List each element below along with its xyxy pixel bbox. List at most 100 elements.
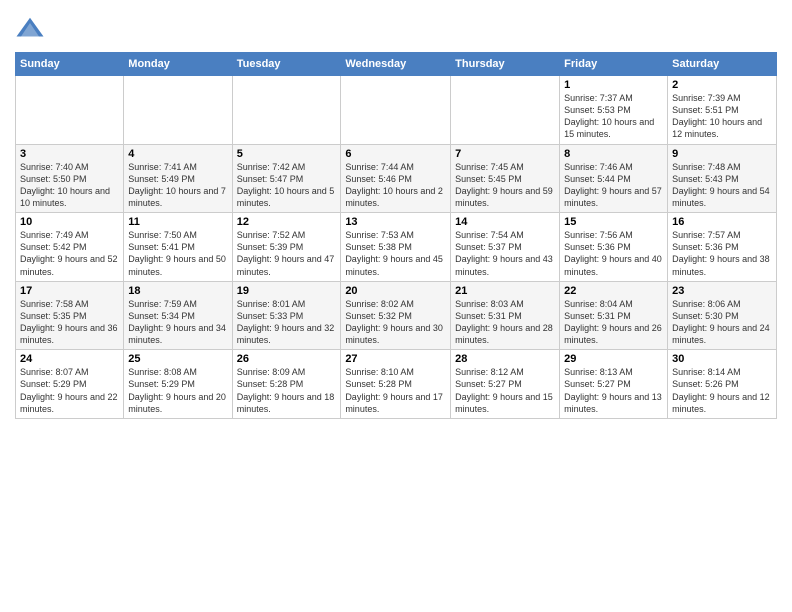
day-number: 12	[237, 216, 337, 228]
logo	[15, 14, 49, 44]
calendar-cell: 10Sunrise: 7:49 AM Sunset: 5:42 PM Dayli…	[16, 213, 124, 282]
weekday-header-sunday: Sunday	[16, 53, 124, 76]
calendar-week-row: 17Sunrise: 7:58 AM Sunset: 5:35 PM Dayli…	[16, 281, 777, 350]
calendar-cell: 18Sunrise: 7:59 AM Sunset: 5:34 PM Dayli…	[124, 281, 232, 350]
day-number: 9	[672, 148, 772, 160]
calendar-cell: 20Sunrise: 8:02 AM Sunset: 5:32 PM Dayli…	[341, 281, 451, 350]
day-info: Sunrise: 8:14 AM Sunset: 5:26 PM Dayligh…	[672, 366, 772, 415]
day-number: 20	[345, 285, 446, 297]
day-info: Sunrise: 7:44 AM Sunset: 5:46 PM Dayligh…	[345, 161, 446, 210]
calendar-cell: 11Sunrise: 7:50 AM Sunset: 5:41 PM Dayli…	[124, 213, 232, 282]
day-number: 10	[20, 216, 119, 228]
calendar-cell: 23Sunrise: 8:06 AM Sunset: 5:30 PM Dayli…	[668, 281, 777, 350]
calendar-cell: 27Sunrise: 8:10 AM Sunset: 5:28 PM Dayli…	[341, 350, 451, 419]
calendar-week-row: 3Sunrise: 7:40 AM Sunset: 5:50 PM Daylig…	[16, 144, 777, 213]
calendar-table: SundayMondayTuesdayWednesdayThursdayFrid…	[15, 52, 777, 419]
calendar-cell: 3Sunrise: 7:40 AM Sunset: 5:50 PM Daylig…	[16, 144, 124, 213]
calendar-cell: 30Sunrise: 8:14 AM Sunset: 5:26 PM Dayli…	[668, 350, 777, 419]
day-number: 15	[564, 216, 663, 228]
day-number: 17	[20, 285, 119, 297]
day-info: Sunrise: 8:12 AM Sunset: 5:27 PM Dayligh…	[455, 366, 555, 415]
calendar-cell: 24Sunrise: 8:07 AM Sunset: 5:29 PM Dayli…	[16, 350, 124, 419]
day-number: 7	[455, 148, 555, 160]
calendar-cell: 12Sunrise: 7:52 AM Sunset: 5:39 PM Dayli…	[232, 213, 341, 282]
day-info: Sunrise: 7:48 AM Sunset: 5:43 PM Dayligh…	[672, 161, 772, 210]
day-info: Sunrise: 8:10 AM Sunset: 5:28 PM Dayligh…	[345, 366, 446, 415]
day-number: 6	[345, 148, 446, 160]
day-number: 11	[128, 216, 227, 228]
calendar-cell: 21Sunrise: 8:03 AM Sunset: 5:31 PM Dayli…	[451, 281, 560, 350]
calendar-week-row: 1Sunrise: 7:37 AM Sunset: 5:53 PM Daylig…	[16, 76, 777, 145]
calendar-header: SundayMondayTuesdayWednesdayThursdayFrid…	[16, 53, 777, 76]
day-info: Sunrise: 7:41 AM Sunset: 5:49 PM Dayligh…	[128, 161, 227, 210]
day-number: 19	[237, 285, 337, 297]
day-number: 27	[345, 353, 446, 365]
day-number: 26	[237, 353, 337, 365]
calendar-cell: 9Sunrise: 7:48 AM Sunset: 5:43 PM Daylig…	[668, 144, 777, 213]
day-number: 18	[128, 285, 227, 297]
day-info: Sunrise: 7:46 AM Sunset: 5:44 PM Dayligh…	[564, 161, 663, 210]
day-number: 28	[455, 353, 555, 365]
weekday-header-thursday: Thursday	[451, 53, 560, 76]
day-info: Sunrise: 7:57 AM Sunset: 5:36 PM Dayligh…	[672, 229, 772, 278]
weekday-header-row: SundayMondayTuesdayWednesdayThursdayFrid…	[16, 53, 777, 76]
day-info: Sunrise: 7:53 AM Sunset: 5:38 PM Dayligh…	[345, 229, 446, 278]
day-info: Sunrise: 7:40 AM Sunset: 5:50 PM Dayligh…	[20, 161, 119, 210]
calendar-cell: 2Sunrise: 7:39 AM Sunset: 5:51 PM Daylig…	[668, 76, 777, 145]
day-info: Sunrise: 8:02 AM Sunset: 5:32 PM Dayligh…	[345, 298, 446, 347]
day-info: Sunrise: 7:52 AM Sunset: 5:39 PM Dayligh…	[237, 229, 337, 278]
day-number: 3	[20, 148, 119, 160]
calendar-body: 1Sunrise: 7:37 AM Sunset: 5:53 PM Daylig…	[16, 76, 777, 419]
calendar-cell: 1Sunrise: 7:37 AM Sunset: 5:53 PM Daylig…	[560, 76, 668, 145]
calendar-cell: 22Sunrise: 8:04 AM Sunset: 5:31 PM Dayli…	[560, 281, 668, 350]
day-info: Sunrise: 8:01 AM Sunset: 5:33 PM Dayligh…	[237, 298, 337, 347]
day-info: Sunrise: 7:59 AM Sunset: 5:34 PM Dayligh…	[128, 298, 227, 347]
page-header	[15, 10, 777, 44]
day-number: 8	[564, 148, 663, 160]
weekday-header-monday: Monday	[124, 53, 232, 76]
day-info: Sunrise: 7:39 AM Sunset: 5:51 PM Dayligh…	[672, 92, 772, 141]
day-number: 30	[672, 353, 772, 365]
day-number: 1	[564, 79, 663, 91]
calendar-week-row: 24Sunrise: 8:07 AM Sunset: 5:29 PM Dayli…	[16, 350, 777, 419]
day-number: 13	[345, 216, 446, 228]
calendar-cell	[124, 76, 232, 145]
day-info: Sunrise: 7:42 AM Sunset: 5:47 PM Dayligh…	[237, 161, 337, 210]
calendar-cell: 25Sunrise: 8:08 AM Sunset: 5:29 PM Dayli…	[124, 350, 232, 419]
day-number: 22	[564, 285, 663, 297]
calendar-cell	[451, 76, 560, 145]
weekday-header-friday: Friday	[560, 53, 668, 76]
day-info: Sunrise: 8:03 AM Sunset: 5:31 PM Dayligh…	[455, 298, 555, 347]
day-info: Sunrise: 7:58 AM Sunset: 5:35 PM Dayligh…	[20, 298, 119, 347]
calendar-cell: 6Sunrise: 7:44 AM Sunset: 5:46 PM Daylig…	[341, 144, 451, 213]
calendar-cell: 17Sunrise: 7:58 AM Sunset: 5:35 PM Dayli…	[16, 281, 124, 350]
calendar-week-row: 10Sunrise: 7:49 AM Sunset: 5:42 PM Dayli…	[16, 213, 777, 282]
page-container: SundayMondayTuesdayWednesdayThursdayFrid…	[0, 0, 792, 612]
calendar-cell	[341, 76, 451, 145]
day-number: 23	[672, 285, 772, 297]
day-number: 14	[455, 216, 555, 228]
calendar-cell: 13Sunrise: 7:53 AM Sunset: 5:38 PM Dayli…	[341, 213, 451, 282]
day-info: Sunrise: 7:50 AM Sunset: 5:41 PM Dayligh…	[128, 229, 227, 278]
day-number: 25	[128, 353, 227, 365]
calendar-cell: 4Sunrise: 7:41 AM Sunset: 5:49 PM Daylig…	[124, 144, 232, 213]
calendar-cell: 28Sunrise: 8:12 AM Sunset: 5:27 PM Dayli…	[451, 350, 560, 419]
calendar-cell: 16Sunrise: 7:57 AM Sunset: 5:36 PM Dayli…	[668, 213, 777, 282]
calendar-cell: 26Sunrise: 8:09 AM Sunset: 5:28 PM Dayli…	[232, 350, 341, 419]
day-info: Sunrise: 8:04 AM Sunset: 5:31 PM Dayligh…	[564, 298, 663, 347]
day-info: Sunrise: 8:07 AM Sunset: 5:29 PM Dayligh…	[20, 366, 119, 415]
weekday-header-tuesday: Tuesday	[232, 53, 341, 76]
day-info: Sunrise: 7:45 AM Sunset: 5:45 PM Dayligh…	[455, 161, 555, 210]
calendar-cell: 15Sunrise: 7:56 AM Sunset: 5:36 PM Dayli…	[560, 213, 668, 282]
day-info: Sunrise: 7:56 AM Sunset: 5:36 PM Dayligh…	[564, 229, 663, 278]
day-info: Sunrise: 8:08 AM Sunset: 5:29 PM Dayligh…	[128, 366, 227, 415]
calendar-cell: 7Sunrise: 7:45 AM Sunset: 5:45 PM Daylig…	[451, 144, 560, 213]
calendar-cell	[232, 76, 341, 145]
day-info: Sunrise: 8:09 AM Sunset: 5:28 PM Dayligh…	[237, 366, 337, 415]
calendar-cell: 19Sunrise: 8:01 AM Sunset: 5:33 PM Dayli…	[232, 281, 341, 350]
day-info: Sunrise: 7:37 AM Sunset: 5:53 PM Dayligh…	[564, 92, 663, 141]
day-info: Sunrise: 8:13 AM Sunset: 5:27 PM Dayligh…	[564, 366, 663, 415]
logo-icon	[15, 14, 45, 44]
day-number: 21	[455, 285, 555, 297]
weekday-header-saturday: Saturday	[668, 53, 777, 76]
